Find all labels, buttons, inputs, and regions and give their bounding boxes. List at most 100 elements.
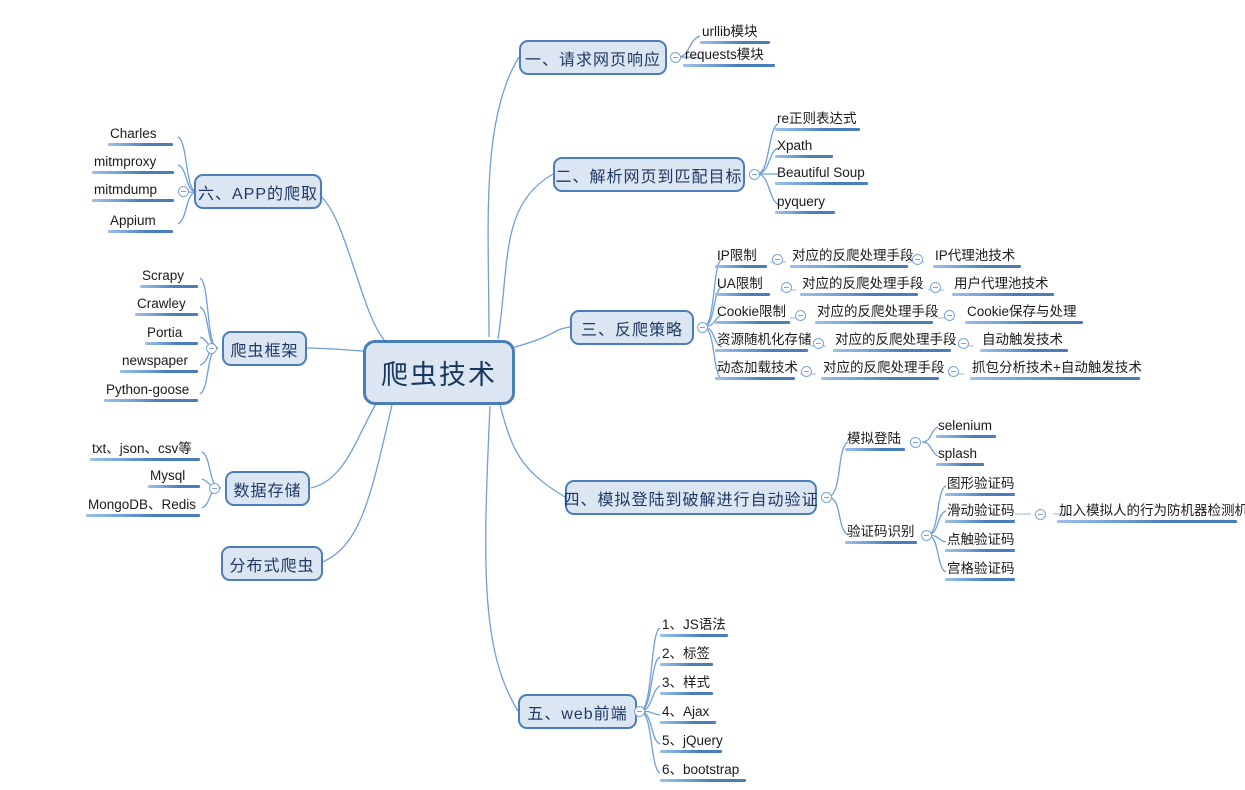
leaf-node[interactable]: Cookie保存与处理: [965, 304, 1085, 327]
leaf-node[interactable]: 1、JS语法: [660, 617, 730, 640]
leaf-node[interactable]: 自动触发技术: [980, 332, 1070, 355]
leaf-node[interactable]: Xpath: [775, 138, 835, 161]
leaf-label: 资源随机化存储: [717, 332, 812, 347]
leaf-node[interactable]: mitmdump: [92, 182, 176, 205]
leaf-node[interactable]: 资源随机化存储: [715, 332, 812, 355]
leaf-node[interactable]: 用户代理池技术: [952, 276, 1057, 299]
leaf-node[interactable]: Python-goose: [104, 382, 200, 405]
collapse-icon-branch-3[interactable]: [697, 322, 708, 333]
leaf-node[interactable]: pyquery: [775, 194, 838, 217]
leaf-node[interactable]: 加入模拟人的行为防机器检测机制: [1057, 503, 1245, 526]
branch-node-2[interactable]: 二、解析网页到匹配目标: [553, 157, 745, 192]
leaf-node[interactable]: 对应的反爬处理手段: [815, 304, 939, 327]
leaf-node[interactable]: 点触验证码: [945, 532, 1017, 555]
branch-node-8[interactable]: 数据存储: [225, 471, 310, 506]
collapse-icon-branch-7[interactable]: [206, 343, 217, 354]
branch-node-9[interactable]: 分布式爬虫: [221, 546, 323, 581]
leaf-underline: [945, 549, 1015, 552]
leaf-node[interactable]: 对应的反爬处理手段: [821, 360, 945, 383]
leaf-node[interactable]: re正则表达式: [775, 111, 862, 134]
leaf-node[interactable]: 4、Ajax: [660, 704, 718, 727]
collapse-icon[interactable]: [958, 338, 969, 349]
collapse-icon[interactable]: [781, 282, 792, 293]
leaf-node[interactable]: MongoDB、Redis: [86, 497, 202, 520]
leaf-label: Appium: [110, 213, 156, 228]
leaf-node[interactable]: Mysql: [148, 468, 202, 491]
leaf-node[interactable]: UA限制: [715, 276, 773, 299]
branch-2-label: 二、解析网页到匹配目标: [555, 168, 743, 186]
leaf-node[interactable]: IP代理池技术: [933, 248, 1023, 271]
leaf-underline: [700, 41, 770, 44]
collapse-icon[interactable]: [944, 310, 955, 321]
leaf-label: IP限制: [717, 248, 757, 263]
leaf-underline: [715, 265, 767, 268]
collapse-icon[interactable]: [1035, 509, 1046, 520]
collapse-icon-branch-2[interactable]: [749, 169, 760, 180]
root-node[interactable]: 爬虫技术: [363, 340, 515, 405]
leaf-node[interactable]: mitmproxy: [92, 154, 176, 177]
leaf-node[interactable]: newspaper: [120, 353, 200, 376]
leaf-underline: [683, 64, 775, 67]
leaf-underline: [965, 321, 1083, 324]
collapse-icon[interactable]: [912, 254, 923, 265]
leaf-node[interactable]: 3、样式: [660, 675, 715, 698]
branch-node-5[interactable]: 五、web前端: [518, 694, 637, 729]
leaf-node[interactable]: 动态加载技术: [715, 360, 798, 383]
leaf-node[interactable]: splash: [936, 446, 986, 469]
collapse-icon[interactable]: [813, 338, 824, 349]
leaf-node[interactable]: 图形验证码: [945, 476, 1017, 499]
leaf-underline: [90, 458, 200, 461]
leaf-node[interactable]: 对应的反爬处理手段: [800, 276, 924, 299]
collapse-icon-branch-4[interactable]: [821, 492, 832, 503]
leaf-node[interactable]: 抓包分析技术+自动触发技术: [970, 360, 1142, 383]
leaf-underline: [800, 293, 918, 296]
leaf-node[interactable]: 验证码识别: [845, 524, 919, 547]
collapse-icon[interactable]: [930, 282, 941, 293]
leaf-node[interactable]: urllib模块: [700, 24, 775, 47]
collapse-icon[interactable]: [948, 366, 959, 377]
leaf-node[interactable]: requests模块: [683, 47, 778, 70]
leaf-node[interactable]: 5、jQuery: [660, 733, 724, 756]
collapse-icon[interactable]: [910, 437, 921, 448]
leaf-node[interactable]: IP限制: [715, 248, 770, 271]
leaf-node[interactable]: selenium: [936, 418, 998, 441]
leaf-node[interactable]: txt、json、csv等: [90, 441, 202, 464]
leaf-label: 4、Ajax: [662, 704, 710, 719]
leaf-node[interactable]: Portia: [145, 325, 200, 348]
leaf-node[interactable]: 对应的反爬处理手段: [833, 332, 957, 355]
leaf-node[interactable]: 6、bootstrap: [660, 762, 748, 785]
collapse-icon[interactable]: [795, 310, 806, 321]
collapse-icon[interactable]: [801, 366, 812, 377]
branch-node-3[interactable]: 三、反爬策略: [570, 310, 694, 345]
branch-node-7[interactable]: 爬虫框架: [222, 331, 307, 366]
leaf-node[interactable]: 对应的反爬处理手段: [790, 248, 914, 271]
collapse-icon-branch-8[interactable]: [209, 483, 220, 494]
branch-node-6[interactable]: 六、APP的爬取: [194, 174, 322, 209]
leaf-label: Portia: [147, 325, 183, 340]
leaf-label: re正则表达式: [777, 111, 857, 126]
leaf-label: Python-goose: [106, 382, 190, 397]
leaf-node[interactable]: Beautiful Soup: [775, 165, 870, 188]
leaf-label: Beautiful Soup: [777, 165, 865, 180]
collapse-icon-branch-5[interactable]: [634, 706, 645, 717]
leaf-node[interactable]: Cookie限制: [715, 304, 793, 327]
leaf-node[interactable]: 滑动验证码: [945, 503, 1017, 526]
leaf-label: 对应的反爬处理手段: [817, 304, 939, 319]
branch-node-4[interactable]: 四、模拟登陆到破解进行自动验证: [564, 480, 818, 515]
leaf-node[interactable]: 模拟登陆: [845, 431, 907, 454]
leaf-node[interactable]: Charles: [108, 126, 175, 149]
collapse-icon-branch-6[interactable]: [178, 186, 189, 197]
branch-6-label: 六、APP的爬取: [197, 185, 319, 203]
branch-node-1[interactable]: 一、请求网页响应: [519, 40, 667, 75]
leaf-node[interactable]: 宫格验证码: [945, 561, 1017, 584]
leaf-underline: [715, 293, 770, 296]
leaf-label: 6、bootstrap: [662, 762, 740, 777]
collapse-icon[interactable]: [921, 530, 932, 541]
leaf-node[interactable]: Crawley: [135, 296, 200, 319]
branch-7-label: 爬虫框架: [230, 342, 299, 360]
leaf-node[interactable]: Scrapy: [140, 268, 200, 291]
leaf-node[interactable]: 2、标签: [660, 646, 715, 669]
collapse-icon-branch-1[interactable]: [670, 52, 681, 63]
leaf-node[interactable]: Appium: [108, 213, 175, 236]
collapse-icon[interactable]: [772, 254, 783, 265]
